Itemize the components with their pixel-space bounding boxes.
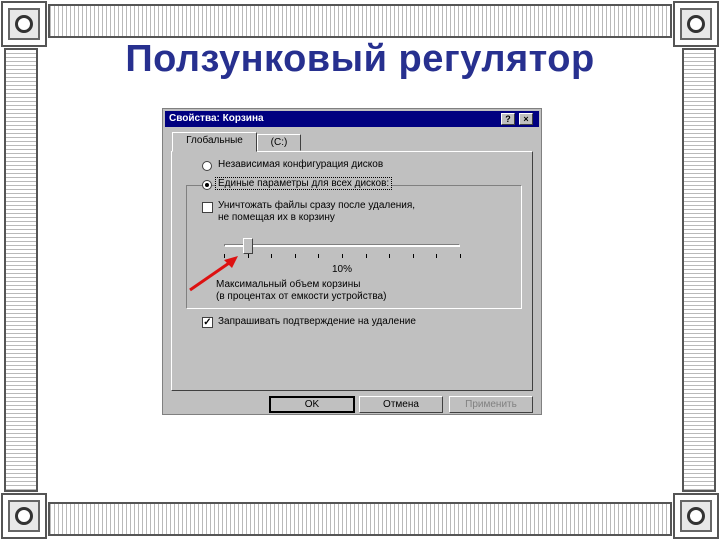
tab-global[interactable]: Глобальные <box>172 132 257 152</box>
pointer-arrow-annotation <box>189 256 238 292</box>
arrow-shaft <box>189 259 233 292</box>
